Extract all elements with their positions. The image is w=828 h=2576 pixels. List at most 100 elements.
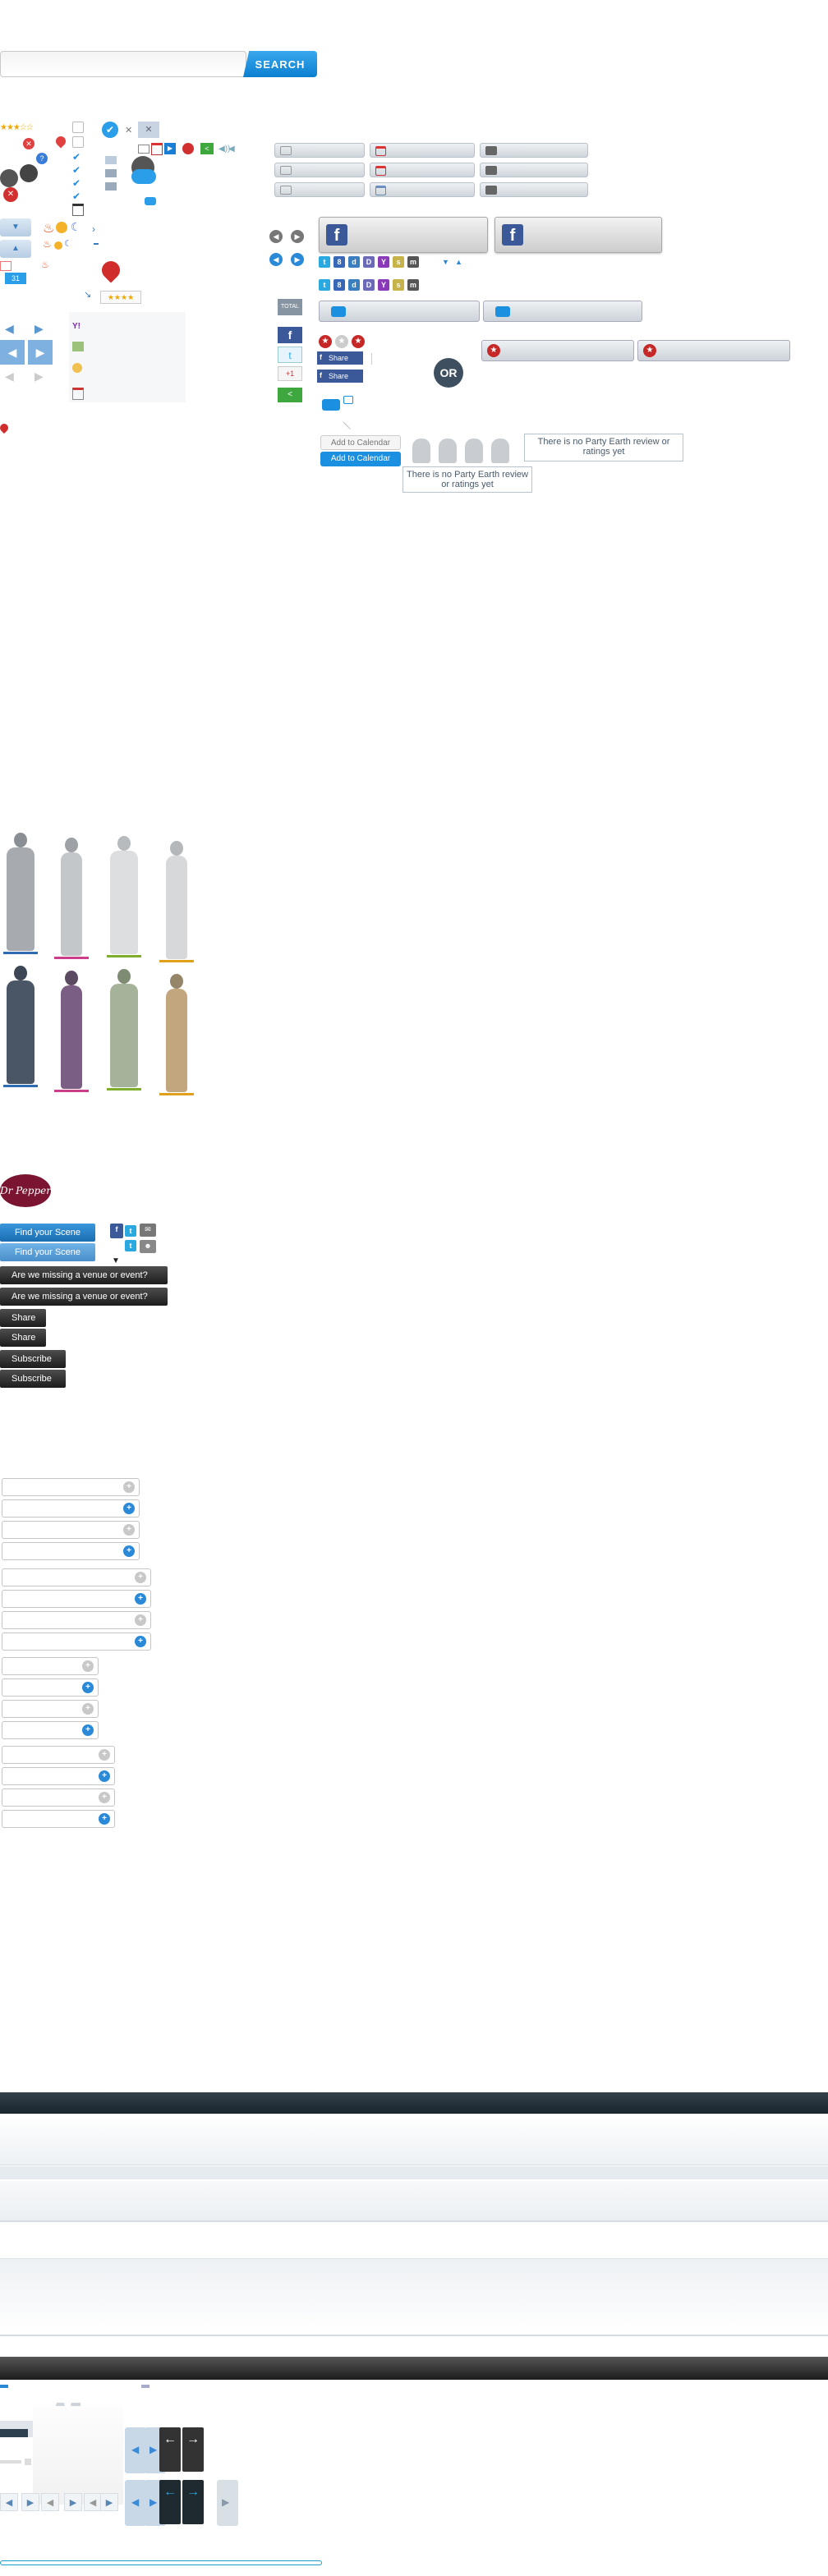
add-icon[interactable]: +: [99, 1749, 110, 1761]
add-icon[interactable]: +: [123, 1524, 135, 1536]
play-icon[interactable]: ▶: [164, 143, 176, 154]
delicious-icon[interactable]: d: [348, 279, 360, 291]
form-row-11[interactable]: +: [2, 1700, 99, 1718]
play-circle-icon[interactable]: [182, 143, 194, 154]
email-pill-2[interactable]: [274, 163, 365, 177]
form-row-1[interactable]: +: [2, 1478, 140, 1496]
share-icon[interactable]: <: [200, 143, 214, 154]
arrow-left-icon[interactable]: ◀: [5, 322, 14, 336]
pager-next-2[interactable]: ▶: [64, 2493, 82, 2511]
comment-button-1[interactable]: [319, 301, 480, 322]
pager-next-1[interactable]: ▶: [21, 2493, 39, 2511]
add-icon[interactable]: +: [123, 1481, 135, 1493]
arrow-right-box[interactable]: ▶: [28, 340, 53, 365]
stumble-icon[interactable]: s: [393, 279, 404, 291]
add-to-calendar-button[interactable]: Add to Calendar: [320, 435, 401, 450]
add-to-calendar-button-active[interactable]: Add to Calendar: [320, 452, 401, 466]
comment-bubble-icon[interactable]: [322, 399, 340, 411]
stumble-icon[interactable]: s: [393, 256, 404, 268]
add-icon[interactable]: +: [82, 1682, 94, 1693]
yahoo-icon[interactable]: Y: [378, 256, 389, 268]
calendar-pill-1[interactable]: [370, 143, 475, 158]
close-icon[interactable]: ✕: [23, 138, 34, 149]
subscribe-button-2[interactable]: Subscribe: [0, 1370, 66, 1388]
myspace-icon[interactable]: m: [407, 256, 419, 268]
add-icon[interactable]: +: [135, 1636, 146, 1647]
add-icon[interactable]: +: [82, 1660, 94, 1672]
form-row-8[interactable]: +: [2, 1632, 151, 1651]
form-row-3[interactable]: +: [2, 1521, 140, 1539]
google-plus-button[interactable]: +1: [278, 366, 302, 381]
search-button[interactable]: SEARCH: [243, 51, 317, 77]
add-icon[interactable]: +: [99, 1770, 110, 1782]
form-row-15[interactable]: +: [2, 1789, 115, 1807]
add-icon[interactable]: +: [123, 1545, 135, 1557]
add-icon[interactable]: +: [135, 1593, 146, 1605]
close-box-icon[interactable]: ✕: [138, 122, 159, 138]
arrow-right-blue-icon-2[interactable]: ▶: [150, 2496, 157, 2508]
chevron-up-button[interactable]: ▲: [0, 240, 31, 258]
share-button-dark[interactable]: Share: [0, 1309, 46, 1327]
chevron-down-button[interactable]: ▼: [0, 218, 31, 236]
missing-venue-button[interactable]: Are we missing a venue or event?: [0, 1266, 168, 1284]
form-row-16[interactable]: +: [2, 1810, 115, 1828]
circle-left-icon[interactable]: ◀: [269, 230, 283, 243]
pager-prev-2[interactable]: ◀: [41, 2493, 59, 2511]
arrow-right-blue-icon[interactable]: ▶: [150, 2444, 157, 2455]
share-button-dark-2[interactable]: Share: [0, 1329, 46, 1347]
arrow-right-grey-icon[interactable]: ▶: [222, 2496, 229, 2508]
missing-venue-button-hover[interactable]: Are we missing a venue or event?: [0, 1288, 168, 1306]
twitter-icon-2[interactable]: t: [125, 1240, 136, 1251]
calendar-pill-3[interactable]: [370, 182, 475, 197]
comment-button-2[interactable]: [483, 301, 642, 322]
favorite-star-icon[interactable]: ★: [319, 335, 332, 348]
email-pill-1[interactable]: [274, 143, 365, 158]
arrow-right-dark-button[interactable]: →: [182, 2427, 204, 2472]
share-green-button[interactable]: <: [278, 388, 302, 402]
search-input[interactable]: [0, 51, 246, 77]
form-row-12[interactable]: +: [2, 1721, 99, 1739]
circle-right-icon[interactable]: ▶: [291, 230, 304, 243]
digg-icon[interactable]: D: [363, 256, 375, 268]
close-icon-red[interactable]: ✕: [3, 187, 18, 202]
add-icon[interactable]: +: [135, 1614, 146, 1626]
favorite-star-grey-icon[interactable]: ★: [335, 335, 348, 348]
favorite-button-2[interactable]: ★: [637, 340, 790, 361]
favorite-star-icon-2[interactable]: ★: [352, 335, 365, 348]
delicious-icon[interactable]: d: [348, 256, 360, 268]
pager-prev-1[interactable]: ◀: [0, 2493, 18, 2511]
form-row-5[interactable]: +: [2, 1568, 151, 1586]
user-icon[interactable]: ☻: [140, 1240, 156, 1253]
digg-icon[interactable]: D: [363, 279, 375, 291]
google-icon[interactable]: 8: [334, 279, 345, 291]
twitter-icon[interactable]: t: [319, 279, 330, 291]
add-icon[interactable]: +: [82, 1724, 94, 1736]
twitter-icon[interactable]: t: [319, 256, 330, 268]
twitter-square-icon[interactable]: t: [278, 347, 302, 363]
arrow-right-dark-button-active[interactable]: →: [182, 2480, 204, 2524]
pager-next-3[interactable]: ▶: [100, 2493, 118, 2511]
form-row-10[interactable]: +: [2, 1678, 99, 1697]
facebook-icon[interactable]: f: [110, 1224, 123, 1238]
add-icon[interactable]: +: [99, 1792, 110, 1803]
facebook-connect-button-hover[interactable]: f: [494, 217, 662, 253]
arrow-left-blue-icon[interactable]: ◀: [131, 2444, 139, 2455]
arrow-left-dark-button-active[interactable]: ←: [159, 2480, 181, 2524]
arrow-left-box[interactable]: ◀: [0, 340, 25, 365]
form-row-13[interactable]: +: [2, 1746, 115, 1764]
arrow-right-icon[interactable]: ▶: [34, 322, 44, 336]
calendar-pill-2[interactable]: [370, 163, 475, 177]
add-icon[interactable]: +: [82, 1703, 94, 1715]
email-pill-3[interactable]: [274, 182, 365, 197]
subscribe-button[interactable]: Subscribe: [0, 1350, 66, 1368]
add-icon[interactable]: +: [123, 1503, 135, 1514]
form-row-9[interactable]: +: [2, 1657, 99, 1675]
print-pill-2[interactable]: [480, 163, 588, 177]
find-scene-button[interactable]: Find your Scene: [0, 1224, 95, 1242]
fb-share-button-2[interactable]: Share: [317, 370, 363, 383]
favorite-button-1[interactable]: ★: [481, 340, 634, 361]
facebook-square-icon[interactable]: f: [278, 327, 302, 343]
pager-prev-3[interactable]: ◀: [84, 2493, 102, 2511]
circle-left-blue-icon[interactable]: ◀: [269, 253, 283, 266]
checkbox-icon-2[interactable]: [72, 136, 84, 148]
